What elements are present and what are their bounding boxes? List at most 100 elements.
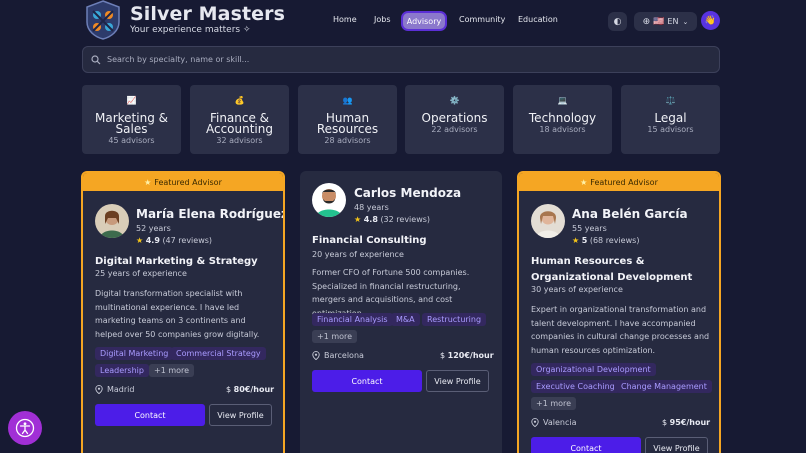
skill-tag[interactable]: Financial Analysis <box>312 313 393 326</box>
category-human-resources[interactable]: 👥 Human Resources 28 advisors <box>298 85 397 154</box>
category-count: 18 advisors <box>539 125 586 134</box>
chart-up-icon: 📈 <box>126 96 137 105</box>
chevron-down-icon: ⌄ <box>682 17 689 26</box>
star-icon: ★ <box>580 177 588 187</box>
skill-tag[interactable]: Leadership <box>95 364 149 377</box>
advisor-age: 48 years <box>354 203 389 212</box>
advisor-experience: 30 years of experience <box>531 285 623 294</box>
user-avatar[interactable]: 👋 <box>701 11 720 30</box>
contact-button[interactable]: Contact <box>95 404 205 426</box>
advisor-rating: ★ 5 (68 reviews) <box>572 236 640 245</box>
accessibility-icon <box>15 418 35 438</box>
nav-advisory[interactable]: Advisory <box>401 11 447 31</box>
advisor-rating: ★ 4.9 (47 reviews) <box>136 236 213 245</box>
language-selector[interactable]: ⊕ 🇺🇸 EN ⌄ <box>634 12 697 31</box>
moon-icon: ◐ <box>613 16 622 27</box>
view-profile-button[interactable]: View Profile <box>645 437 708 453</box>
advisor-specialty: Digital Marketing & Strategy <box>95 256 258 267</box>
sparkle-icon: ✧ <box>242 25 251 35</box>
silver-masters-logo[interactable] <box>84 0 122 40</box>
more-tags-badge[interactable]: +1 more <box>312 330 358 343</box>
star-icon: ★ <box>136 236 144 245</box>
advisor-card: Carlos Mendoza 48 years ★ 4.8 (32 review… <box>300 171 502 453</box>
advisor-age: 55 years <box>572 224 607 233</box>
skill-tag[interactable]: Change Management <box>616 380 712 393</box>
language-label: EN <box>667 17 679 26</box>
advisor-photo <box>312 183 346 217</box>
search-bar <box>82 46 720 73</box>
advisor-specialty: Human Resources & Organizational Develop… <box>531 256 693 283</box>
location-pin-icon <box>312 351 320 360</box>
advisor-name: Carlos Mendoza <box>354 186 462 200</box>
brand-subtitle: Your experience matters ✧ <box>130 25 251 35</box>
category-legal[interactable]: ⚖️ Legal 15 advisors <box>621 85 720 154</box>
category-finance-accounting[interactable]: 💰 Finance & Accounting 32 advisors <box>190 85 289 154</box>
skill-tag[interactable]: Digital Marketing <box>95 347 174 360</box>
money-bag-icon: 💰 <box>234 96 245 105</box>
category-count: 22 advisors <box>431 125 478 134</box>
advisor-photo <box>531 204 565 238</box>
category-count: 45 advisors <box>108 136 155 145</box>
advisor-card: ★ Featured Advisor Ana Belén García 55 ye… <box>517 171 721 453</box>
advisor-experience: 25 years of experience <box>95 269 187 278</box>
advisor-bio: Expert in organizational transformation … <box>531 305 710 356</box>
dollar-icon: $ <box>226 385 232 394</box>
star-icon: ★ <box>144 177 152 187</box>
advisor-location: Barcelona <box>312 351 364 360</box>
category-name: Operations <box>421 111 488 125</box>
category-technology[interactable]: 💻 Technology 18 advisors <box>513 85 612 154</box>
advisor-photo <box>95 204 129 238</box>
advisor-age: 52 years <box>136 224 171 233</box>
skill-tag[interactable]: Organizational Development <box>531 363 656 376</box>
category-name-line: Accounting <box>205 122 273 136</box>
category-name-line: Sales <box>115 122 148 136</box>
category-name: Legal <box>654 111 687 125</box>
dollar-icon: $ <box>440 351 446 360</box>
star-icon: ★ <box>572 236 580 245</box>
location-pin-icon <box>531 418 539 427</box>
view-profile-button[interactable]: View Profile <box>426 370 489 392</box>
flag-icon: 🇺🇸 <box>653 16 665 27</box>
category-count: 15 advisors <box>647 125 694 134</box>
category-operations[interactable]: ⚙️ Operations 22 advisors <box>405 85 504 154</box>
advisor-rating: ★ 4.8 (32 reviews) <box>354 215 431 224</box>
more-tags-badge[interactable]: +1 more <box>149 364 195 377</box>
featured-banner: ★ Featured Advisor <box>83 173 283 191</box>
advisor-price: $ 95€/hour <box>662 418 711 427</box>
category-marketing-sales[interactable]: 📈 Marketing & Sales 45 advisors <box>82 85 181 154</box>
advisor-location: Valencia <box>531 418 577 427</box>
nav-community[interactable]: Community <box>459 15 505 24</box>
nav-home[interactable]: Home <box>333 15 357 24</box>
dollar-icon: $ <box>662 418 668 427</box>
nav-jobs[interactable]: Jobs <box>374 15 391 24</box>
top-header: Silver Masters Your experience matters ✧… <box>0 0 806 44</box>
skill-tag[interactable]: Restructuring <box>422 313 487 326</box>
featured-banner: ★ Featured Advisor <box>519 173 719 191</box>
advisor-card: ★ Featured Advisor María Elena Rodríguez … <box>81 171 285 453</box>
advisor-name: María Elena Rodríguez <box>136 207 285 221</box>
contact-button[interactable]: Contact <box>312 370 422 392</box>
more-tags-badge[interactable]: +1 more <box>531 397 577 410</box>
skill-tag[interactable]: Commercial Strategy <box>171 347 266 360</box>
contact-button[interactable]: Contact <box>531 437 641 453</box>
skill-tag[interactable]: M&A <box>391 313 420 326</box>
theme-toggle-button[interactable]: ◐ <box>608 12 627 31</box>
search-icon <box>91 54 101 64</box>
search-input[interactable] <box>107 55 667 64</box>
brand-title: Silver Masters <box>130 3 286 25</box>
category-name-line: Resources <box>316 122 379 136</box>
advisor-bio: Digital transformation specialist with m… <box>95 289 260 340</box>
scales-icon: ⚖️ <box>665 96 676 105</box>
accessibility-button[interactable] <box>8 411 42 445</box>
skill-tag[interactable]: Executive Coaching <box>531 380 620 393</box>
nav-education[interactable]: Education <box>518 15 558 24</box>
star-icon: ★ <box>354 215 362 224</box>
waving-hand-icon: 👋 <box>704 15 717 26</box>
people-icon: 👥 <box>342 96 353 105</box>
view-profile-button[interactable]: View Profile <box>209 404 272 426</box>
category-count: 32 advisors <box>216 136 263 145</box>
location-pin-icon <box>95 385 103 394</box>
advisor-price: $ 80€/hour <box>226 385 275 394</box>
advisor-name: Ana Belén García <box>572 207 688 221</box>
advisor-specialty: Financial Consulting <box>312 235 427 246</box>
